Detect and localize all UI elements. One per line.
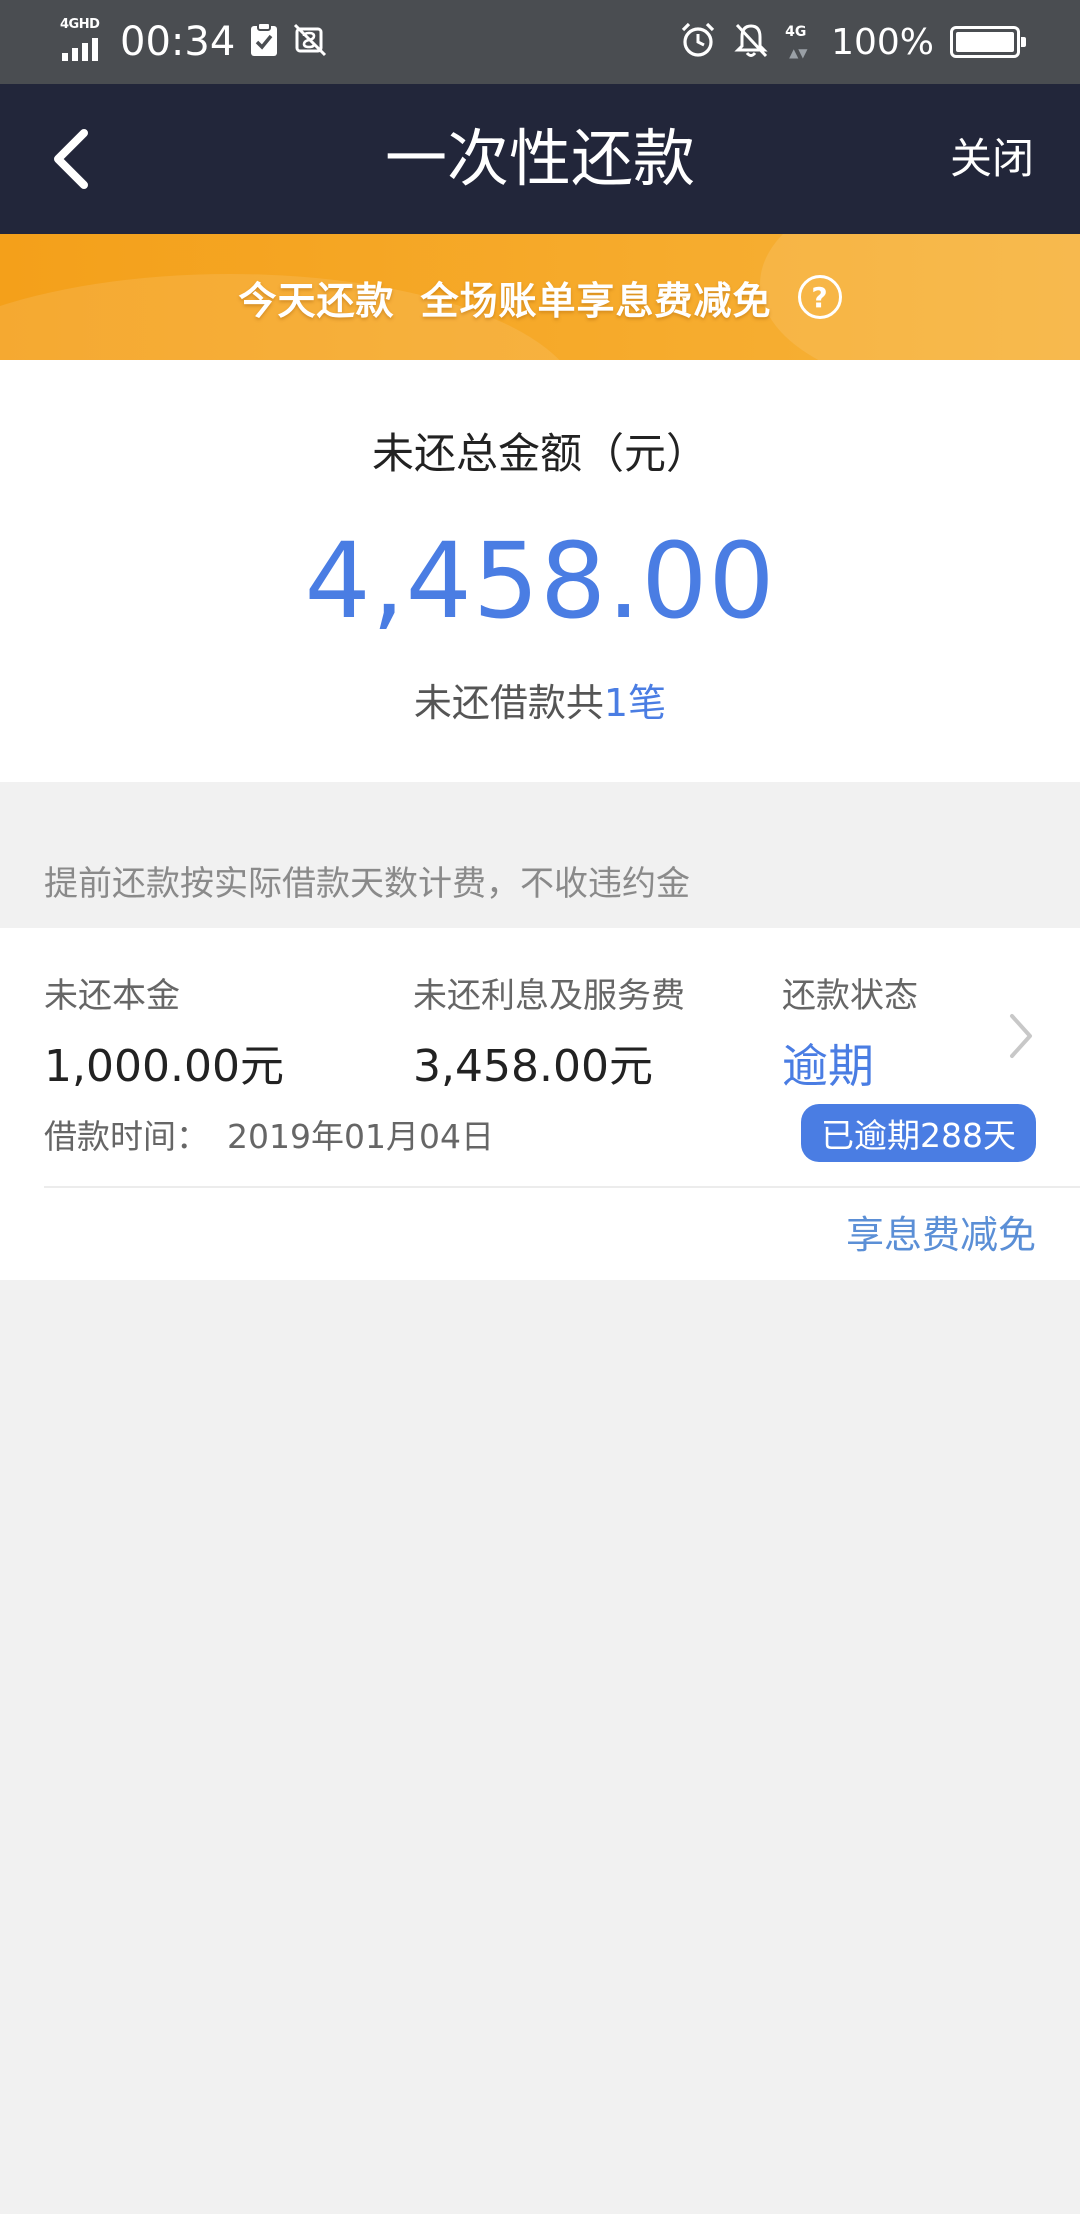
loan-date-label: 借款时间：	[44, 1117, 209, 1156]
summary-card: 未还总金额（元） 4,458.00 未还借款共1笔	[0, 360, 1080, 782]
interest-label: 未还利息及服务费	[413, 976, 685, 1016]
promo-text-today: 今天还款	[238, 278, 395, 323]
total-amount: 4,458.00	[304, 520, 776, 642]
divider	[44, 1186, 1080, 1188]
interest-value: 3,458.00元	[413, 1041, 653, 1092]
mute-bell-icon	[733, 21, 769, 63]
alarm-icon	[679, 21, 717, 63]
chevron-right-icon[interactable]	[1000, 1006, 1040, 1066]
fee-waiver-link[interactable]: 享息费减免	[846, 1204, 1036, 1259]
loan-count: 未还借款共1笔	[0, 672, 1080, 727]
status-time: 00:34	[120, 19, 236, 65]
promo-banner[interactable]: 今天还款 全场账单享息费减免 ?	[0, 234, 1080, 360]
loan-count-prefix: 未还借款共	[413, 681, 604, 725]
overdue-badge: 已逾期288天	[801, 1104, 1036, 1162]
help-icon[interactable]: ?	[797, 275, 842, 319]
nav-bar: 一次性还款 关闭	[0, 84, 1080, 234]
principal-value: 1,000.00元	[44, 1041, 284, 1092]
loan-count-value[interactable]: 1笔	[604, 681, 666, 725]
total-label: 未还总金额（元）	[371, 429, 708, 478]
loan-card[interactable]: 未还本金 1,000.00元 未还利息及服务费 3,458.00元 还款状态 逾…	[0, 928, 1080, 1280]
promo-text-waiver: 全场账单享息费减免	[420, 278, 772, 323]
mobile-data-icon: 4G ▲▼	[785, 24, 808, 60]
principal-label: 未还本金	[44, 976, 180, 1016]
loan-date-value: 2019年01月04日	[227, 1117, 494, 1156]
loan-date: 借款时间： 2019年01月04日	[44, 1110, 494, 1158]
status-bar: 4GHD 00:34 4G ▲▼ 100%	[0, 0, 1080, 84]
network-type-label: 4GHD	[60, 17, 100, 32]
close-button[interactable]: 关闭	[950, 84, 1034, 234]
prepayment-notice: 提前还款按实际借款天数计费，不收违约金	[44, 864, 690, 904]
mobile-data-label: 4G	[785, 24, 807, 40]
status-label: 还款状态	[782, 976, 918, 1016]
battery-icon	[950, 26, 1026, 58]
status-value: 逾期	[782, 1039, 874, 1093]
signal-icon: 4GHD	[60, 17, 106, 67]
screenshot-icon	[293, 23, 327, 61]
checklist-icon	[249, 22, 279, 62]
battery-percent: 100%	[831, 21, 934, 63]
page-title: 一次性还款	[384, 122, 695, 195]
